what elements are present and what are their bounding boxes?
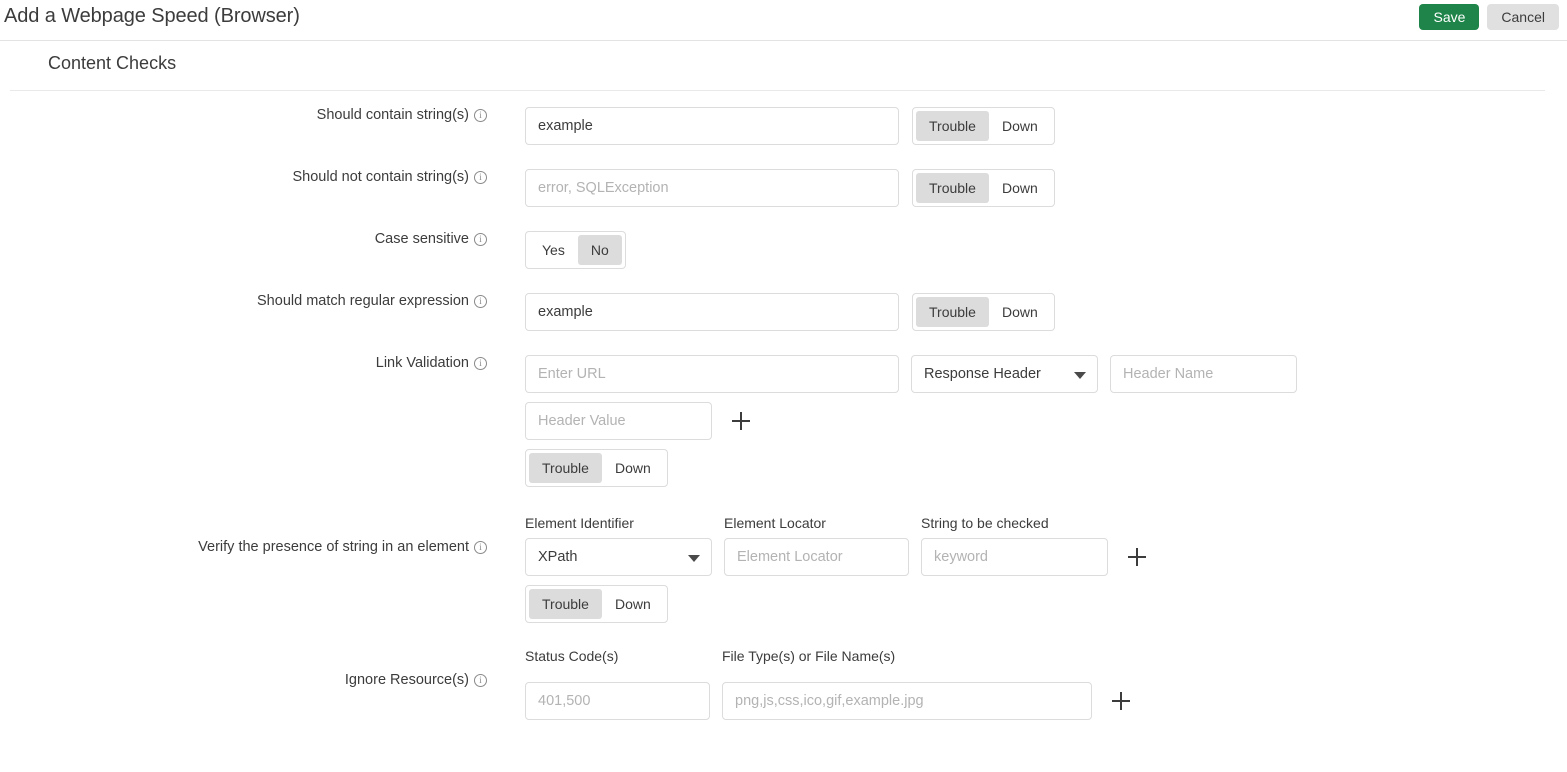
verify-element-label: Verify the presence of string in an elem… — [198, 539, 469, 555]
info-icon[interactable] — [474, 171, 487, 184]
link-validation-type-select-wrap: Response Header — [911, 355, 1098, 393]
case-sensitive-label: Case sensitive — [375, 231, 469, 247]
col-header-file-types: File Type(s) or File Name(s) — [722, 648, 1092, 664]
severity-down-option[interactable]: Down — [602, 589, 664, 619]
col-header-element-locator: Element Locator — [724, 515, 909, 531]
link-validation-type-select[interactable]: Response Header — [911, 355, 1098, 393]
row-verify-element: Verify the presence of string in an elem… — [0, 515, 1567, 623]
regex-match-input[interactable] — [525, 293, 899, 331]
should-not-contain-input[interactable] — [525, 169, 899, 207]
element-identifier-select[interactable]: XPath — [525, 538, 712, 576]
should-contain-label: Should contain string(s) — [317, 107, 469, 123]
row-ignore-resources: Ignore Resource(s) Status Code(s) File T… — [0, 648, 1567, 720]
info-icon[interactable] — [474, 541, 487, 554]
col-header-status-codes: Status Code(s) — [525, 648, 710, 664]
string-to-check-input[interactable] — [921, 538, 1108, 576]
section-title: Content Checks — [48, 53, 176, 74]
case-sensitive-toggle[interactable]: Yes No — [525, 231, 626, 269]
severity-down-option[interactable]: Down — [602, 453, 664, 483]
link-validation-severity-toggle[interactable]: Trouble Down — [525, 449, 668, 487]
link-validation-url-input[interactable] — [525, 355, 899, 393]
should-not-contain-severity-toggle[interactable]: Trouble Down — [912, 169, 1055, 207]
severity-trouble-option[interactable]: Trouble — [529, 453, 602, 483]
should-not-contain-label: Should not contain string(s) — [292, 169, 469, 185]
regex-match-label: Should match regular expression — [257, 293, 469, 309]
regex-match-label-col: Should match regular expression — [0, 293, 487, 309]
severity-trouble-option[interactable]: Trouble — [916, 173, 989, 203]
should-contain-label-col: Should contain string(s) — [0, 107, 487, 123]
severity-down-option[interactable]: Down — [989, 173, 1051, 203]
add-verify-element-row-button[interactable] — [1126, 546, 1148, 568]
row-regex-match: Should match regular expression Trouble … — [0, 293, 1567, 331]
should-contain-severity-toggle[interactable]: Trouble Down — [912, 107, 1055, 145]
row-should-not-contain: Should not contain string(s) Trouble Dow… — [0, 169, 1567, 207]
status-codes-input[interactable] — [525, 682, 710, 720]
severity-down-option[interactable]: Down — [989, 111, 1051, 141]
element-locator-input[interactable] — [724, 538, 909, 576]
cancel-button[interactable]: Cancel — [1487, 4, 1559, 30]
add-link-validation-row-button[interactable] — [730, 410, 752, 432]
link-validation-label: Link Validation — [376, 355, 469, 371]
severity-trouble-option[interactable]: Trouble — [916, 297, 989, 327]
link-validation-header-name-input[interactable] — [1110, 355, 1297, 393]
file-types-input[interactable] — [722, 682, 1092, 720]
info-icon[interactable] — [474, 109, 487, 122]
row-link-validation: Link Validation Response Header — [0, 355, 1567, 487]
info-icon[interactable] — [474, 233, 487, 246]
verify-element-severity-toggle[interactable]: Trouble Down — [525, 585, 668, 623]
severity-down-option[interactable]: Down — [989, 297, 1051, 327]
col-header-element-identifier: Element Identifier — [525, 515, 712, 531]
severity-trouble-option[interactable]: Trouble — [916, 111, 989, 141]
should-contain-input[interactable] — [525, 107, 899, 145]
regex-match-severity-toggle[interactable]: Trouble Down — [912, 293, 1055, 331]
case-sensitive-label-col: Case sensitive — [0, 231, 487, 247]
save-button[interactable]: Save — [1419, 4, 1479, 30]
content-checks-section-header: Content Checks — [10, 41, 1545, 91]
case-sensitive-yes-option[interactable]: Yes — [529, 235, 578, 265]
info-icon[interactable] — [474, 295, 487, 308]
info-icon[interactable] — [474, 357, 487, 370]
ignore-resources-label: Ignore Resource(s) — [345, 672, 469, 688]
header-actions: Save Cancel — [1419, 4, 1559, 30]
top-header-bar: Add a Webpage Speed (Browser) Save Cance… — [0, 0, 1567, 41]
col-header-string-to-check: String to be checked — [921, 515, 1108, 531]
severity-trouble-option[interactable]: Trouble — [529, 589, 602, 619]
should-not-contain-label-col: Should not contain string(s) — [0, 169, 487, 185]
element-identifier-select-wrap: XPath — [525, 538, 712, 576]
page-title: Add a Webpage Speed (Browser) — [4, 5, 300, 28]
row-should-contain: Should contain string(s) Trouble Down — [0, 107, 1567, 145]
ignore-resources-label-col: Ignore Resource(s) — [0, 648, 487, 688]
link-validation-label-col: Link Validation — [0, 355, 487, 371]
add-ignore-resource-row-button[interactable] — [1110, 690, 1132, 712]
link-validation-header-value-input[interactable] — [525, 402, 712, 440]
case-sensitive-no-option[interactable]: No — [578, 235, 622, 265]
info-icon[interactable] — [474, 674, 487, 687]
verify-element-label-col: Verify the presence of string in an elem… — [0, 515, 487, 555]
content-checks-form: Should contain string(s) Trouble Down Sh… — [0, 107, 1567, 720]
row-case-sensitive: Case sensitive Yes No — [0, 231, 1567, 269]
